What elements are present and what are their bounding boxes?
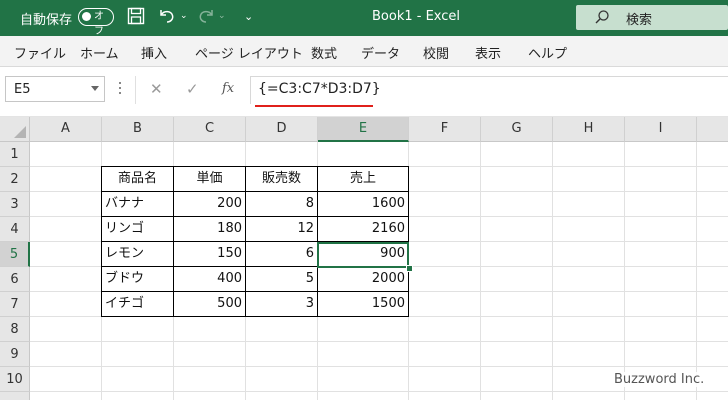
row-header-1[interactable]: 1 bbox=[0, 142, 30, 167]
name-box-value: E5 bbox=[14, 82, 31, 97]
gridline bbox=[480, 142, 481, 400]
table-border bbox=[101, 316, 409, 317]
resize-grip-icon[interactable] bbox=[119, 82, 122, 96]
tab-insert[interactable]: 挿入 bbox=[141, 43, 167, 62]
name-box[interactable]: E5 bbox=[5, 76, 105, 102]
cell-d2[interactable]: 販売数 bbox=[246, 167, 317, 191]
gridline bbox=[624, 142, 625, 400]
column-header-partial[interactable] bbox=[697, 117, 728, 142]
row-header-5[interactable]: 5 bbox=[0, 242, 30, 267]
search-placeholder: 検索 bbox=[626, 13, 653, 28]
customize-toolbar-icon[interactable]: ⌄ bbox=[244, 10, 264, 30]
document-title: Book1 - Excel bbox=[372, 9, 461, 24]
select-all-triangle-icon bbox=[14, 126, 26, 138]
redo-icon[interactable] bbox=[196, 7, 216, 27]
enter-icon[interactable]: ✓ bbox=[186, 80, 199, 98]
cell-e2[interactable]: 売上 bbox=[318, 167, 408, 191]
fill-handle[interactable] bbox=[406, 265, 413, 272]
cell-b4[interactable]: リンゴ bbox=[102, 217, 173, 241]
column-header-d[interactable]: D bbox=[246, 117, 318, 142]
row-header-2[interactable]: 2 bbox=[0, 167, 30, 192]
cell-e7[interactable]: 1500 bbox=[318, 292, 408, 316]
insert-function-icon[interactable]: fx bbox=[222, 81, 234, 96]
worksheet-grid[interactable]: A B C D E F G H I 1 2 3 4 5 6 7 8 9 10 商… bbox=[0, 117, 728, 400]
cell-d3[interactable]: 8 bbox=[246, 192, 317, 216]
tab-help[interactable]: ヘルプ bbox=[528, 43, 567, 62]
gridline bbox=[30, 341, 728, 342]
column-header-a[interactable]: A bbox=[30, 117, 102, 142]
cell-c7[interactable]: 500 bbox=[174, 292, 245, 316]
toggle-knob bbox=[82, 12, 91, 21]
cell-d6[interactable]: 5 bbox=[246, 267, 317, 291]
column-header-c[interactable]: C bbox=[174, 117, 246, 142]
column-header-i[interactable]: I bbox=[625, 117, 697, 142]
cell-b3[interactable]: バナナ bbox=[102, 192, 173, 216]
row-header-8[interactable]: 8 bbox=[0, 317, 30, 342]
row-header-7[interactable]: 7 bbox=[0, 292, 30, 317]
cell-e6[interactable]: 2000 bbox=[318, 267, 408, 291]
title-bar: 自動保存 オフ ⌄ ⌄ ⌄ Book1 - Excel 検索 bbox=[0, 0, 728, 37]
undo-icon[interactable] bbox=[157, 7, 177, 27]
column-header-f[interactable]: F bbox=[409, 117, 481, 142]
row-header-3[interactable]: 3 bbox=[0, 192, 30, 217]
cell-d7[interactable]: 3 bbox=[246, 292, 317, 316]
column-header-e[interactable]: E bbox=[318, 117, 409, 142]
active-cell-highlight[interactable] bbox=[317, 242, 409, 268]
cell-c2[interactable]: 単価 bbox=[174, 167, 245, 191]
formula-bar: E5 ✕ ✓ fx {=C3:C7*D3:D7} bbox=[0, 67, 728, 117]
gridline bbox=[30, 391, 728, 392]
row-header-4[interactable]: 4 bbox=[0, 217, 30, 242]
tab-home[interactable]: ホーム bbox=[80, 43, 119, 62]
watermark: Buzzword Inc. bbox=[612, 372, 707, 387]
gridline bbox=[696, 142, 697, 400]
ribbon-tabs: ファイル ホーム 挿入 ページ レイアウト 数式 データ 校閲 表示 ヘルプ bbox=[0, 36, 728, 67]
toggle-state-label: オフ bbox=[94, 11, 104, 37]
cell-b6[interactable]: ブドウ bbox=[102, 267, 173, 291]
cell-e3[interactable]: 1600 bbox=[318, 192, 408, 216]
save-icon[interactable] bbox=[127, 7, 147, 27]
cell-b5[interactable]: レモン bbox=[102, 242, 173, 266]
search-box[interactable]: 検索 bbox=[576, 5, 728, 30]
gridline bbox=[552, 142, 553, 400]
cell-d5[interactable]: 6 bbox=[246, 242, 317, 266]
row-header-10[interactable]: 10 bbox=[0, 367, 30, 392]
redo-dropdown-icon[interactable]: ⌄ bbox=[218, 11, 238, 31]
formula-highlight-underline bbox=[255, 105, 373, 107]
cell-c5[interactable]: 150 bbox=[174, 242, 245, 266]
cancel-icon[interactable]: ✕ bbox=[150, 80, 163, 98]
autosave-label: 自動保存 bbox=[20, 13, 73, 28]
chevron-down-icon[interactable] bbox=[91, 86, 99, 91]
formula-text: {=C3:C7*D3:D7} bbox=[258, 81, 381, 97]
formula-input[interactable]: {=C3:C7*D3:D7} bbox=[250, 76, 728, 104]
search-icon bbox=[594, 9, 610, 25]
cell-c3[interactable]: 200 bbox=[174, 192, 245, 216]
tab-view[interactable]: 表示 bbox=[475, 43, 501, 62]
cell-e4[interactable]: 2160 bbox=[318, 217, 408, 241]
column-header-h[interactable]: H bbox=[553, 117, 625, 142]
cell-b2[interactable]: 商品名 bbox=[102, 167, 173, 191]
column-header-b[interactable]: B bbox=[102, 117, 174, 142]
row-header-partial[interactable] bbox=[0, 392, 30, 400]
tab-file[interactable]: ファイル bbox=[14, 43, 66, 62]
tab-review[interactable]: 校閲 bbox=[423, 43, 449, 62]
autosave-toggle[interactable]: オフ bbox=[78, 8, 114, 37]
row-header-9[interactable]: 9 bbox=[0, 342, 30, 367]
divider bbox=[135, 76, 136, 104]
cell-c4[interactable]: 180 bbox=[174, 217, 245, 241]
tab-page-layout[interactable]: ページ レイアウト bbox=[195, 43, 303, 62]
select-all-button[interactable] bbox=[0, 117, 30, 142]
cell-b7[interactable]: イチゴ bbox=[102, 292, 173, 316]
tab-data[interactable]: データ bbox=[361, 43, 400, 62]
cell-c6[interactable]: 400 bbox=[174, 267, 245, 291]
row-header-6[interactable]: 6 bbox=[0, 267, 30, 292]
column-header-g[interactable]: G bbox=[481, 117, 553, 142]
gridline bbox=[30, 366, 728, 367]
cell-d4[interactable]: 12 bbox=[246, 217, 317, 241]
tab-formulas[interactable]: 数式 bbox=[311, 43, 337, 62]
